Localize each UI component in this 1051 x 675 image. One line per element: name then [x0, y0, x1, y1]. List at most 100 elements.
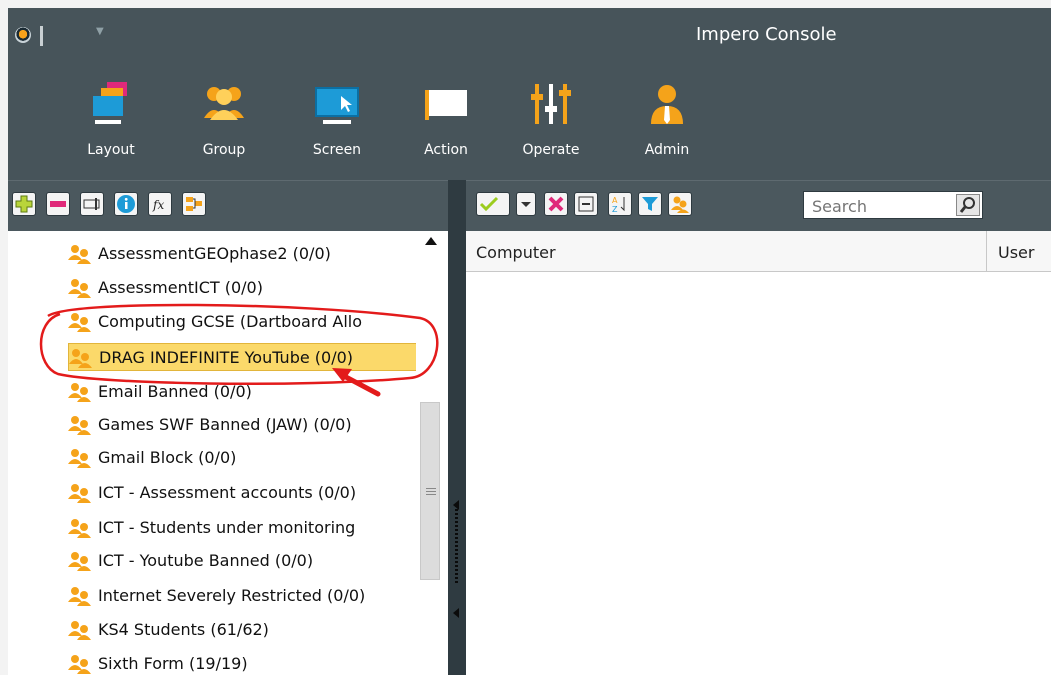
- ribbon-group-button[interactable]: Group: [191, 80, 257, 166]
- add-button[interactable]: [12, 192, 36, 216]
- group-icon: [68, 279, 91, 298]
- filter-icon: [642, 197, 658, 211]
- group-item-label: ICT - Youtube Banned (0/0): [98, 551, 314, 570]
- delete-icon: [548, 196, 564, 212]
- svg-text:Z: Z: [612, 205, 618, 214]
- ribbon-admin-label: Admin: [644, 142, 690, 158]
- groups-scrollbar[interactable]: [416, 231, 444, 675]
- ribbon-operate-label: Operate: [522, 142, 580, 158]
- group-settings-button[interactable]: [182, 192, 206, 216]
- remove-icon: [50, 201, 66, 207]
- computers-grid: Computer User: [466, 231, 1051, 675]
- collapse-button[interactable]: [574, 192, 598, 216]
- group-icon: [68, 655, 91, 674]
- sort-icon: AZ: [612, 196, 625, 214]
- search-input[interactable]: [810, 195, 944, 217]
- groups-tree: AssessmentGEOphase2 (0/0) AssessmentICT (…: [8, 231, 448, 675]
- ribbon-action-label: Action: [424, 142, 468, 158]
- column-computer-label: Computer: [476, 243, 556, 262]
- group-icon: [68, 245, 91, 264]
- column-user-label: User: [998, 243, 1035, 262]
- ribbon-screen-label: Screen: [312, 142, 362, 158]
- action-icon: [425, 90, 467, 120]
- ribbon-operate-button[interactable]: Operate: [518, 80, 584, 166]
- ribbon-layout-label: Layout: [87, 142, 135, 158]
- group-item-label: Computing GCSE (Dartboard Allo: [98, 312, 362, 331]
- ribbon-action-button[interactable]: Action: [413, 80, 479, 166]
- svg-text:A: A: [612, 196, 618, 205]
- group-icon: [68, 484, 91, 503]
- title-bar: ▼ Impero Console: [8, 8, 1051, 66]
- rename-icon: [83, 198, 100, 210]
- groups-toolbar: fx: [8, 180, 448, 231]
- group-view-button[interactable]: [668, 192, 692, 216]
- function-button[interactable]: fx: [148, 192, 172, 216]
- search-icon: [959, 197, 975, 213]
- ribbon-group-label: Group: [202, 142, 246, 158]
- layout-icon: [93, 82, 127, 124]
- group-icon: [68, 416, 91, 435]
- select-all-button[interactable]: [476, 192, 510, 216]
- group-item-label: Sixth Form (19/19): [98, 654, 248, 673]
- group-icon: [68, 519, 91, 538]
- collapse-icon: [578, 196, 594, 212]
- operate-icon: [531, 84, 571, 124]
- screen-icon: [315, 87, 359, 124]
- info-icon: [117, 195, 135, 213]
- splitter-arrow-icon[interactable]: [453, 608, 459, 618]
- group-icon: [68, 449, 91, 468]
- svg-text:fx: fx: [152, 198, 164, 212]
- ribbon-layout-button[interactable]: Layout: [78, 80, 144, 166]
- info-button[interactable]: [114, 192, 138, 216]
- computers-toolbar: AZ: [466, 180, 1051, 231]
- group-item-label: ICT - Students under monitoring: [98, 518, 356, 537]
- ribbon-admin-button[interactable]: Admin: [634, 80, 700, 166]
- group-item-selected[interactable]: DRAG INDEFINITE YouTube (0/0): [68, 343, 438, 371]
- rename-button[interactable]: [80, 192, 104, 216]
- remove-button[interactable]: [46, 192, 70, 216]
- sort-button[interactable]: AZ: [608, 192, 632, 216]
- group-item-label: AssessmentICT (0/0): [98, 278, 263, 297]
- splitter-grip[interactable]: [455, 505, 458, 585]
- selection-dropdown-button[interactable]: [516, 192, 536, 216]
- column-divider[interactable]: [986, 231, 987, 271]
- group-icon: [68, 621, 91, 640]
- group-item-label: Games SWF Banned (JAW) (0/0): [98, 415, 352, 434]
- group-item-label: DRAG INDEFINITE YouTube (0/0): [99, 348, 354, 367]
- group-item-label: Gmail Block (0/0): [98, 448, 237, 467]
- admin-icon: [651, 85, 683, 124]
- impero-window: ▼ Impero Console Layout Group Screen Act…: [8, 8, 1051, 675]
- group-item-label: AssessmentGEOphase2 (0/0): [98, 244, 331, 263]
- filter-button[interactable]: [638, 192, 662, 216]
- check-icon: [479, 196, 499, 212]
- group-item-label: KS4 Students (61/62): [98, 620, 269, 639]
- group-icon: [671, 196, 689, 213]
- app-logo-icon[interactable]: [15, 27, 31, 43]
- column-computer[interactable]: Computer: [476, 231, 986, 271]
- group-item-label: Email Banned (0/0): [98, 382, 252, 401]
- function-icon: fx: [152, 198, 164, 212]
- group-icon: [68, 587, 91, 606]
- grid-header: Computer User: [466, 231, 1051, 272]
- group-icon: [68, 313, 91, 332]
- scroll-up-arrow-icon[interactable]: [425, 237, 437, 245]
- search-box[interactable]: [803, 191, 983, 219]
- group-item-label: Internet Severely Restricted (0/0): [98, 586, 366, 605]
- group-icon: [69, 349, 92, 368]
- window-title: Impero Console: [696, 24, 837, 45]
- delete-button[interactable]: [544, 192, 568, 216]
- quick-access-separator: [40, 26, 43, 46]
- dropdown-icon: [521, 202, 531, 207]
- group-icon: [204, 87, 244, 120]
- ribbon-screen-button[interactable]: Screen: [304, 80, 370, 166]
- add-icon: [15, 195, 33, 213]
- group-icon: [68, 383, 91, 402]
- group-icon: [68, 552, 91, 571]
- search-button[interactable]: [956, 194, 980, 216]
- scroll-thumb[interactable]: [420, 402, 440, 580]
- group-item-label: ICT - Assessment accounts (0/0): [98, 483, 357, 502]
- column-user[interactable]: User: [998, 231, 1051, 271]
- panel-splitter[interactable]: [448, 180, 466, 675]
- group-settings-icon: [186, 197, 202, 211]
- quick-access-menu-icon[interactable]: ▼: [96, 26, 104, 37]
